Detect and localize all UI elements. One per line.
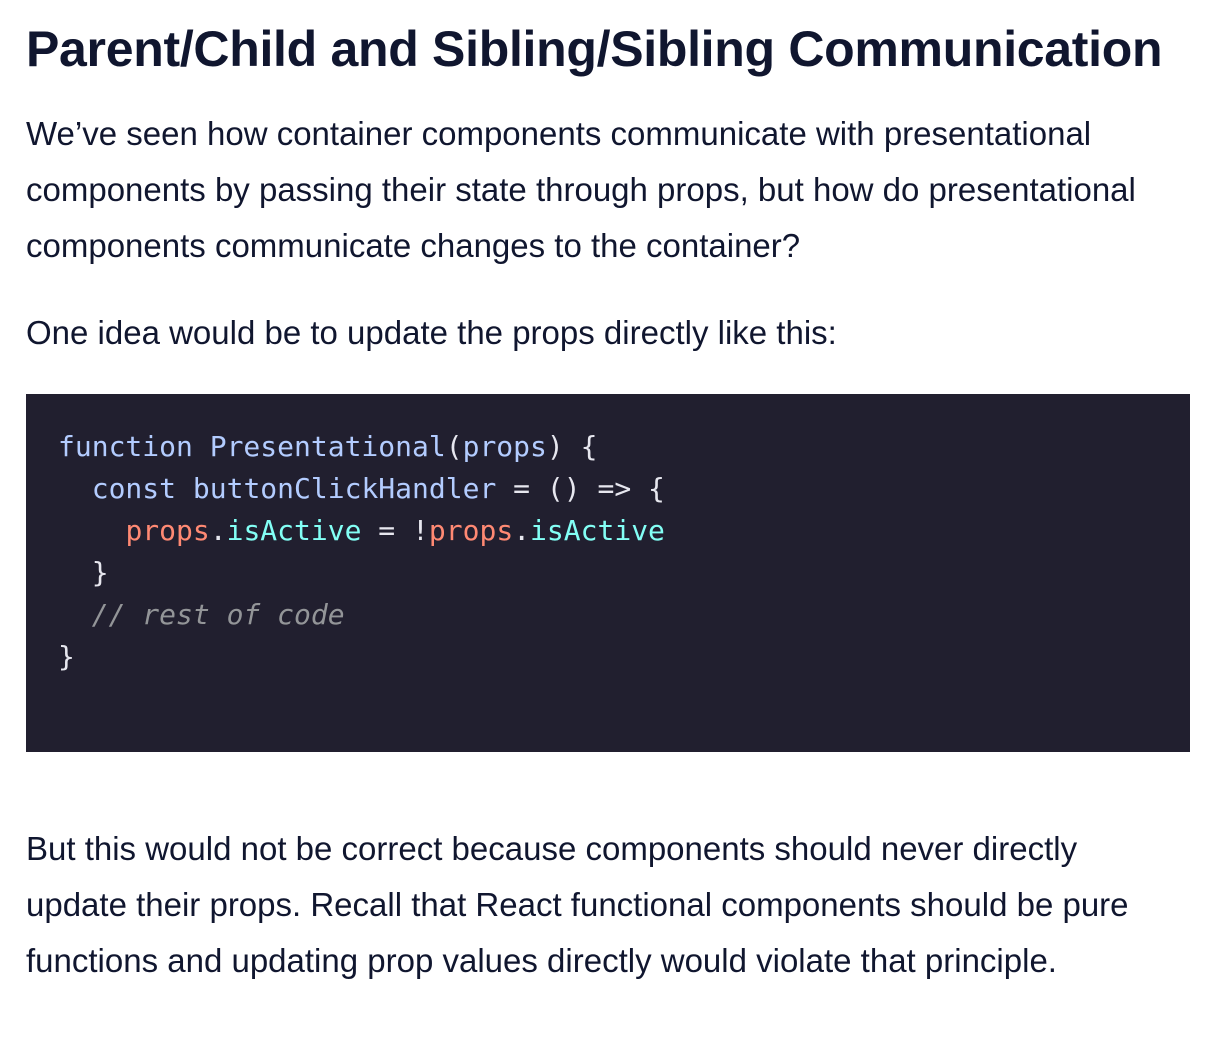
code-comment: // rest of code bbox=[91, 598, 345, 631]
code-parameter: props bbox=[462, 430, 547, 463]
code-line-6: } bbox=[58, 636, 1190, 678]
code-operator: = ! bbox=[361, 514, 429, 547]
code-object: props bbox=[125, 514, 210, 547]
code-keyword: function bbox=[58, 430, 193, 463]
code-line-4: } bbox=[58, 552, 1190, 594]
section-heading: Parent/Child and Sibling/Sibling Communi… bbox=[26, 21, 1163, 77]
example-lead-paragraph: One idea would be to update the props di… bbox=[26, 314, 837, 351]
code-line-2: const buttonClickHandler = () => { bbox=[58, 468, 1190, 510]
code-punctuation: ( bbox=[445, 430, 463, 463]
intro-paragraph: We’ve seen how container components comm… bbox=[26, 115, 1136, 264]
code-line-1: function Presentational(props) { bbox=[58, 426, 1190, 468]
code-punctuation: = () => { bbox=[496, 472, 665, 505]
code-property: isActive bbox=[226, 514, 362, 547]
article-content: Parent/Child and Sibling/Sibling Communi… bbox=[26, 0, 1196, 989]
code-block: function Presentational(props) { const b… bbox=[26, 394, 1190, 752]
code-punctuation: ) { bbox=[546, 430, 598, 463]
code-function-name: Presentational bbox=[209, 430, 446, 463]
explanation-paragraph: But this would not be correct because co… bbox=[26, 830, 1129, 979]
code-line-3: props.isActive = !props.isActive bbox=[58, 510, 1190, 552]
code-punctuation: } bbox=[58, 640, 75, 673]
code-punctuation: . bbox=[209, 514, 227, 547]
code-punctuation: . bbox=[513, 514, 531, 547]
code-line-5: // rest of code bbox=[58, 594, 1190, 636]
code-property: isActive bbox=[530, 514, 665, 547]
code-identifier: buttonClickHandler bbox=[192, 472, 497, 505]
code-keyword: const bbox=[91, 472, 177, 505]
code-punctuation: } bbox=[91, 556, 109, 589]
code-object: props bbox=[428, 514, 514, 547]
